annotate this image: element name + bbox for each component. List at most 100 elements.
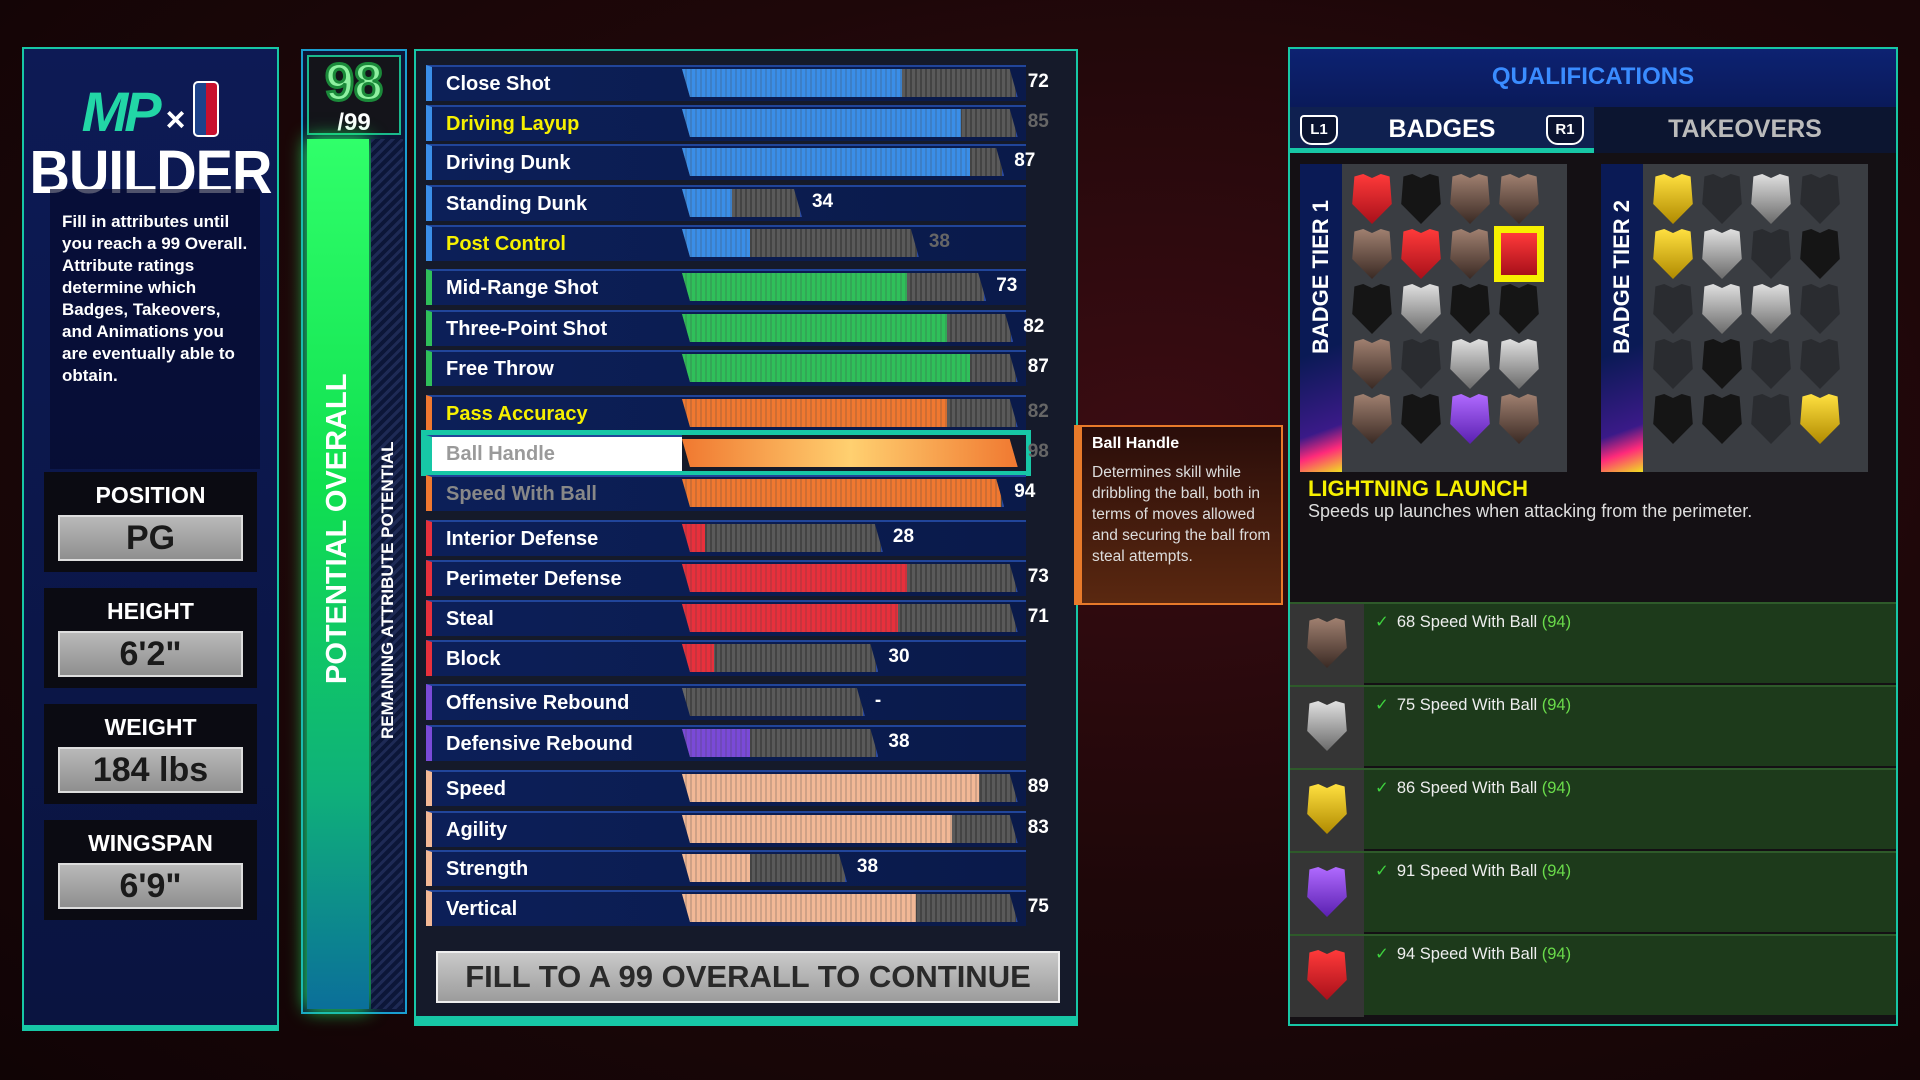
badge-empty-icon	[1653, 339, 1693, 389]
attribute-value: 82	[1027, 401, 1049, 422]
badge-bronze-icon[interactable]	[1352, 394, 1392, 444]
attribute-bar[interactable]	[682, 774, 1018, 802]
continue-button[interactable]: FILL TO A 99 OVERALL TO CONTINUE	[436, 951, 1060, 1003]
logo-x: ×	[165, 101, 186, 139]
badge-silver-icon[interactable]	[1499, 339, 1539, 389]
badge-bronze-icon[interactable]	[1499, 394, 1539, 444]
attribute-bar[interactable]	[682, 148, 1004, 176]
attribute-bar[interactable]	[682, 729, 878, 757]
attribute-value: 73	[1027, 566, 1049, 587]
attribute-bar[interactable]	[682, 815, 1018, 843]
badge-silver-icon[interactable]	[1751, 284, 1791, 334]
requirement-row: ✓ 91 Speed With Ball (94)	[1290, 851, 1896, 934]
badge-silver-icon[interactable]	[1401, 284, 1441, 334]
tooltip-title: Ball Handle	[1092, 435, 1180, 452]
stat-value[interactable]: 6'2"	[58, 631, 243, 677]
badge-legend-icon[interactable]	[1352, 174, 1392, 224]
attribute-bar[interactable]	[682, 644, 878, 672]
badge-gold-icon[interactable]	[1800, 394, 1840, 444]
attribute-bar[interactable]	[682, 894, 1018, 922]
attribute-label-box: Ball Handle	[426, 435, 682, 471]
badge-empty-icon	[1800, 284, 1840, 334]
badge-locked-icon[interactable]	[1401, 174, 1441, 224]
badge-silver-icon[interactable]	[1450, 339, 1490, 389]
badge-legend-selected-icon[interactable]	[1494, 226, 1544, 282]
attribute-row-ball-handle[interactable]: Ball Handle 98	[426, 435, 1049, 471]
badge-silver-icon[interactable]	[1751, 174, 1791, 224]
tab-badges[interactable]: L1 BADGES R1	[1290, 107, 1594, 153]
badge-silver-icon[interactable]	[1702, 229, 1742, 279]
builder-logo: MP × BUILDER	[24, 79, 277, 202]
badge-bronze-icon[interactable]	[1499, 174, 1539, 224]
attribute-bar[interactable]	[682, 604, 1018, 632]
qualifications-title: QUALIFICATIONS	[1290, 49, 1896, 107]
badge-locked-icon[interactable]	[1499, 284, 1539, 334]
attribute-bar[interactable]	[682, 314, 1013, 342]
badge-locked-icon[interactable]	[1702, 394, 1742, 444]
attribute-bar[interactable]	[682, 354, 1018, 382]
attribute-name: Perimeter Defense	[446, 568, 622, 590]
tab-takeovers[interactable]: TAKEOVERS	[1594, 107, 1896, 153]
attribute-bar[interactable]	[682, 564, 1018, 592]
requirement-current: (94)	[1541, 613, 1572, 631]
attribute-bar[interactable]	[682, 273, 986, 301]
stat-value[interactable]: 6'9"	[58, 863, 243, 909]
badge-locked-icon[interactable]	[1352, 284, 1392, 334]
badge-locked-icon[interactable]	[1702, 339, 1742, 389]
requirement-badge	[1290, 770, 1364, 851]
badge-bronze-icon[interactable]	[1352, 229, 1392, 279]
attribute-bar[interactable]	[682, 524, 883, 552]
attribute-bar-fill	[682, 189, 732, 217]
attribute-name: Agility	[446, 819, 508, 841]
requirement-badge	[1290, 853, 1364, 934]
requirement-badge	[1290, 604, 1364, 685]
check-icon: ✓	[1375, 945, 1389, 963]
badge-empty-icon	[1751, 339, 1791, 389]
qualifications-panel: QUALIFICATIONS L1 BADGES R1 TAKEOVERS BA…	[1288, 47, 1898, 1026]
check-icon: ✓	[1375, 862, 1389, 880]
badge-legend-icon[interactable]	[1401, 229, 1441, 279]
overall-max: /99	[337, 109, 371, 136]
attribute-bar[interactable]	[682, 229, 919, 257]
attribute-bar[interactable]	[682, 688, 865, 716]
stat-value[interactable]: PG	[58, 515, 243, 561]
tier-1-label-bg: BADGE TIER 1	[1300, 164, 1342, 472]
qualification-tabs: L1 BADGES R1 TAKEOVERS	[1290, 107, 1896, 153]
attribute-bar-fill	[682, 439, 1019, 467]
attribute-value: 85	[1027, 111, 1049, 132]
stat-value[interactable]: 184 lbs	[58, 747, 243, 793]
badge-bronze-icon[interactable]	[1352, 339, 1392, 389]
stat-wingspan: WINGSPAN 6'9"	[44, 820, 257, 920]
attribute-bar[interactable]	[682, 69, 1018, 97]
attribute-bar[interactable]	[682, 189, 802, 217]
attribute-bar-fill	[682, 815, 952, 843]
badge-bronze-icon[interactable]	[1450, 174, 1490, 224]
badge-gold-icon[interactable]	[1653, 229, 1693, 279]
attribute-bar[interactable]	[682, 439, 1018, 467]
requirement-badge	[1290, 687, 1364, 768]
attribute-value: 34	[811, 191, 834, 212]
attribute-bar-fill	[682, 564, 907, 592]
badge-locked-icon[interactable]	[1653, 394, 1693, 444]
attribute-bar[interactable]	[682, 479, 1004, 507]
badge-silver-icon[interactable]	[1702, 284, 1742, 334]
badge-bronze-icon[interactable]	[1450, 229, 1490, 279]
l1-key-icon[interactable]: L1	[1300, 115, 1338, 145]
attribute-name: Ball Handle	[446, 443, 555, 465]
badge-gold-icon[interactable]	[1653, 174, 1693, 224]
attribute-value: 30	[888, 646, 910, 667]
attribute-bar-fill	[682, 109, 961, 137]
overall-panel: 98 /99 POTENTIAL OVERALL REMAINING ATTRI…	[301, 49, 407, 1014]
attribute-bar[interactable]	[682, 399, 1018, 427]
badge-locked-icon[interactable]	[1450, 284, 1490, 334]
requirement-current: (94)	[1541, 862, 1572, 880]
badge-hof-icon[interactable]	[1450, 394, 1490, 444]
attribute-name: Steal	[446, 608, 494, 630]
attribute-value: 89	[1027, 776, 1049, 797]
attribute-bar[interactable]	[682, 854, 847, 882]
badge-locked-icon[interactable]	[1800, 229, 1840, 279]
r1-key-icon[interactable]: R1	[1546, 115, 1584, 145]
badge-locked-icon[interactable]	[1401, 394, 1441, 444]
tab-takeovers-label: TAKEOVERS	[1668, 115, 1822, 143]
attribute-bar[interactable]	[682, 109, 1018, 137]
